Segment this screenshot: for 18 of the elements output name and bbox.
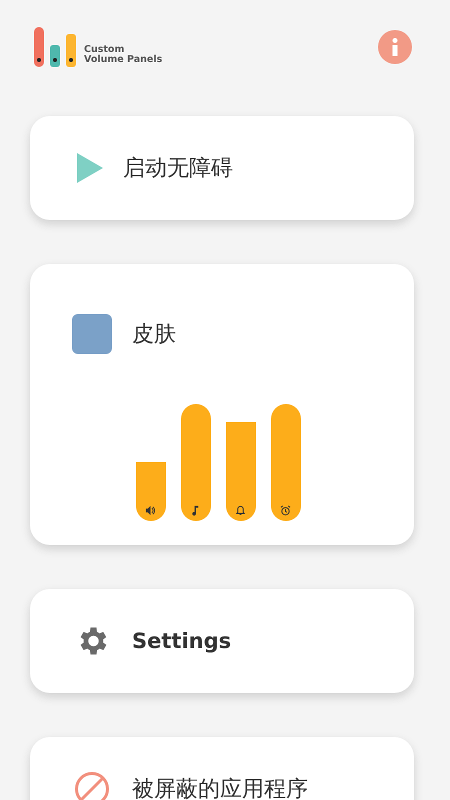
card-label: Settings <box>132 629 232 653</box>
alarm-clock-icon <box>280 505 291 516</box>
card-label: 启动无障碍 <box>123 155 233 183</box>
menu-card[interactable]: 被屏蔽的应用程序 <box>30 737 414 800</box>
menu-card[interactable]: 启动无障碍 <box>30 116 414 220</box>
info-button[interactable] <box>378 30 412 64</box>
menu-card[interactable]: Settings <box>30 589 414 693</box>
menu-card[interactable]: 皮肤 <box>30 264 414 545</box>
card-label: 皮肤 <box>132 321 176 349</box>
blocked-icon <box>74 771 110 800</box>
app-name: Custom Volume Panels <box>84 45 162 67</box>
square-icon <box>72 314 112 354</box>
music-note-icon <box>190 505 201 516</box>
info-icon <box>392 38 398 56</box>
card-label: 被屏蔽的应用程序 <box>132 776 308 800</box>
bell-icon <box>235 505 246 516</box>
play-icon <box>75 151 105 185</box>
speaker-icon <box>145 505 156 516</box>
